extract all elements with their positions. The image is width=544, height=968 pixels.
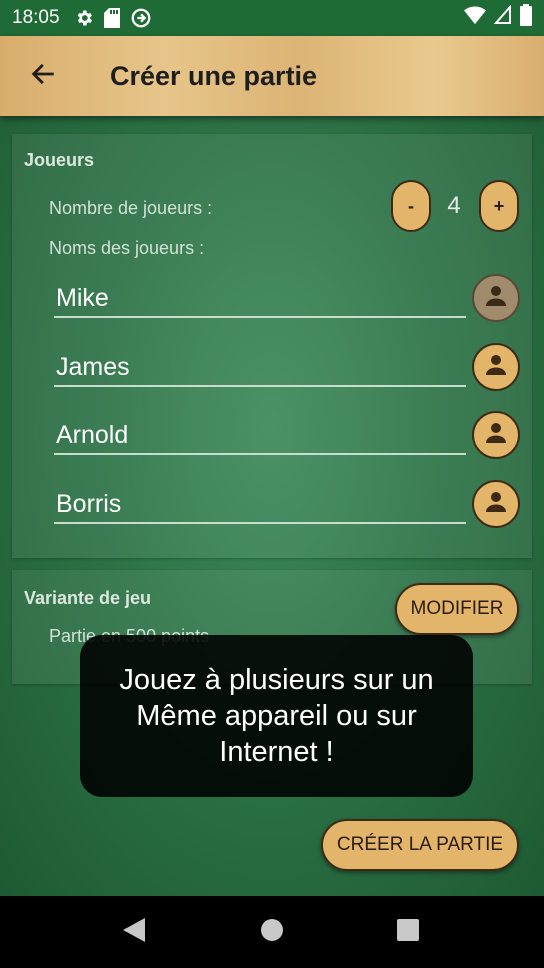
system-nav-bar <box>0 896 544 968</box>
player-name-input[interactable] <box>54 409 466 455</box>
battery-icon <box>520 4 532 32</box>
player-count-label: Nombre de joueurs : <box>49 198 213 218</box>
players-card: Joueurs Nombre de joueurs : - 4 + Noms d… <box>12 134 532 558</box>
arrow-back-icon <box>29 60 57 93</box>
create-game-button[interactable]: CRÉER LA PARTIE <box>321 819 519 871</box>
modify-variant-button[interactable]: MODIFIER <box>395 583 519 635</box>
vpn-key-icon <box>130 7 152 29</box>
variant-section-title: Variante de jeu <box>24 588 152 608</box>
nav-home-button[interactable] <box>232 896 312 968</box>
avatar-button[interactable] <box>472 411 520 459</box>
avatar-button[interactable] <box>472 480 520 528</box>
wifi-icon <box>464 5 486 31</box>
sd-card-icon <box>103 8 120 28</box>
person-icon <box>481 418 511 453</box>
player-name-input[interactable] <box>54 341 466 387</box>
player-row <box>12 409 532 469</box>
person-icon <box>481 281 511 316</box>
status-bar: 18:05 <box>0 0 544 36</box>
person-icon <box>481 350 511 385</box>
increment-button[interactable]: + <box>479 180 519 232</box>
back-triangle-icon <box>123 917 145 947</box>
player-names-label: Noms des joueurs : <box>49 238 205 258</box>
page-title: Créer une partie <box>110 60 318 91</box>
nav-recents-button[interactable] <box>368 896 448 968</box>
person-icon <box>481 487 511 522</box>
player-name-input[interactable] <box>54 272 466 318</box>
player-row <box>12 341 532 401</box>
no-sim-icon <box>493 4 512 31</box>
player-name-input[interactable] <box>54 478 466 524</box>
home-circle-icon <box>260 918 284 947</box>
players-section-title: Joueurs <box>24 150 95 170</box>
toast-message: Jouez à plusieurs sur un Même appareil o… <box>80 635 473 797</box>
status-time: 18:05 <box>12 7 60 28</box>
player-count-value: 4 <box>447 192 461 219</box>
nav-back-button[interactable] <box>94 896 174 968</box>
avatar-button[interactable] <box>472 274 520 322</box>
recents-square-icon <box>397 918 419 946</box>
decrement-button[interactable]: - <box>391 180 431 232</box>
gear-icon <box>74 8 94 28</box>
player-row <box>12 478 532 538</box>
back-button[interactable] <box>18 51 68 101</box>
app-bar: Créer une partie <box>0 36 544 116</box>
player-row <box>12 272 532 332</box>
avatar-button[interactable] <box>472 343 520 391</box>
